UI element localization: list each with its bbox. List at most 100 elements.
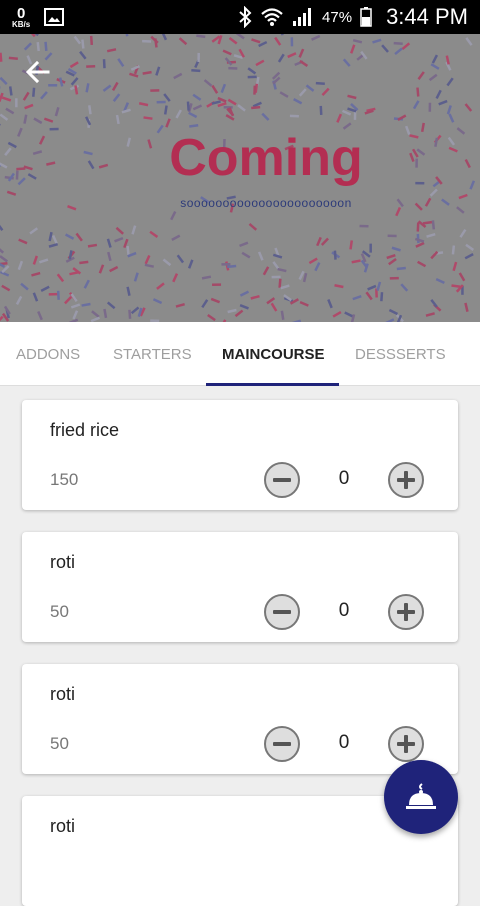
- confetti-piece: [465, 103, 473, 112]
- confetti-piece: [376, 282, 381, 291]
- back-arrow-icon[interactable]: [20, 54, 56, 90]
- confetti-piece: [57, 291, 60, 300]
- active-tab-indicator: [206, 383, 339, 386]
- confetti-piece: [429, 74, 438, 81]
- confetti-piece: [157, 101, 166, 104]
- confetti-piece: [112, 82, 119, 91]
- confetti-piece: [207, 314, 216, 321]
- network-speed-unit: KB/s: [12, 21, 30, 29]
- confetti-piece: [145, 255, 151, 264]
- confetti-piece: [417, 222, 420, 231]
- confetti-piece: [332, 311, 341, 318]
- tab-desserts[interactable]: DESSSERTS: [355, 322, 446, 386]
- tab-addons[interactable]: ADDONS: [16, 322, 80, 386]
- confetti-piece: [103, 309, 107, 318]
- decrement-button[interactable]: [264, 462, 300, 498]
- confetti-piece: [170, 211, 176, 220]
- confetti-piece: [271, 303, 278, 312]
- confetti-piece: [334, 251, 337, 260]
- confetti-piece: [55, 107, 60, 116]
- confetti-piece: [191, 69, 200, 72]
- confetti-piece: [293, 98, 302, 104]
- confetti-piece: [417, 261, 426, 268]
- confetti-piece: [65, 233, 74, 239]
- confetti-piece: [165, 118, 171, 127]
- confetti-piece: [81, 39, 84, 48]
- confetti-piece: [306, 84, 315, 92]
- confetti-piece: [221, 84, 227, 93]
- confetti-piece: [70, 61, 79, 68]
- confetti-piece: [228, 99, 237, 106]
- confetti-piece: [299, 88, 307, 96]
- confetti-piece: [394, 47, 403, 55]
- confetti-piece: [79, 261, 88, 265]
- confetti-piece: [116, 115, 120, 124]
- confetti-piece: [311, 35, 320, 41]
- decrement-button[interactable]: [264, 726, 300, 762]
- confetti-piece: [320, 106, 323, 115]
- confetti-piece: [336, 114, 342, 123]
- confetti-piece: [163, 259, 172, 267]
- increment-button[interactable]: [388, 726, 424, 762]
- confetti-piece: [176, 303, 185, 308]
- confetti-piece: [88, 105, 92, 114]
- confetti-piece: [465, 253, 474, 259]
- confetti-piece: [436, 90, 442, 99]
- confetti-piece: [2, 96, 11, 101]
- confetti-piece: [227, 309, 236, 313]
- increment-button[interactable]: [388, 462, 424, 498]
- increment-button[interactable]: [388, 594, 424, 630]
- minus-icon: [273, 742, 291, 746]
- confetti-piece: [229, 37, 238, 44]
- confetti-piece: [20, 283, 29, 291]
- tab-starters[interactable]: STARTERS: [113, 322, 192, 386]
- confetti-piece: [459, 229, 466, 238]
- confetti-piece: [247, 67, 256, 74]
- status-bar: 0 KB/s 47% 3:44 PM: [0, 0, 480, 34]
- confetti-piece: [291, 37, 294, 46]
- tab-maincourse[interactable]: MAINCOURSE: [222, 322, 325, 386]
- confetti-piece: [0, 255, 8, 262]
- confetti-piece: [263, 266, 270, 275]
- confetti-piece: [16, 296, 22, 305]
- confetti-piece: [88, 244, 97, 248]
- confetti-piece: [24, 42, 32, 50]
- confetti-piece: [171, 235, 180, 241]
- confetti-piece: [300, 301, 309, 307]
- confetti-piece: [37, 311, 43, 320]
- confetti-piece: [69, 271, 78, 275]
- confetti-piece: [241, 252, 250, 259]
- confetti-piece: [415, 242, 424, 248]
- confetti-piece: [39, 258, 48, 263]
- confetti-piece: [212, 283, 221, 286]
- cloche-icon: [404, 780, 438, 814]
- confetti-piece: [33, 256, 38, 265]
- wifi-icon: [260, 7, 284, 27]
- confetti-piece: [117, 58, 124, 67]
- confetti-piece: [221, 263, 230, 266]
- item-name: roti: [50, 684, 75, 705]
- clock: 3:44 PM: [386, 4, 468, 30]
- confetti-piece: [75, 233, 82, 242]
- confetti-piece: [145, 264, 154, 268]
- confetti-piece: [389, 309, 398, 315]
- confetti-piece: [109, 266, 118, 272]
- signal-icon: [292, 7, 314, 27]
- confetti-piece: [114, 237, 123, 243]
- confetti-piece: [351, 259, 360, 263]
- confetti-piece: [107, 48, 116, 52]
- decrement-button[interactable]: [264, 594, 300, 630]
- confetti-piece: [347, 95, 356, 100]
- view-order-button[interactable]: [384, 760, 458, 834]
- confetti-piece: [86, 65, 95, 68]
- confetti-piece: [394, 42, 403, 45]
- confetti-piece: [369, 244, 372, 253]
- confetti-piece: [187, 102, 190, 111]
- confetti-piece: [113, 93, 121, 102]
- confetti-piece: [303, 273, 307, 282]
- item-name: roti: [50, 552, 75, 573]
- confetti-piece: [155, 66, 160, 75]
- confetti-piece: [290, 115, 299, 118]
- confetti-piece: [44, 118, 53, 123]
- confetti-piece: [70, 85, 79, 91]
